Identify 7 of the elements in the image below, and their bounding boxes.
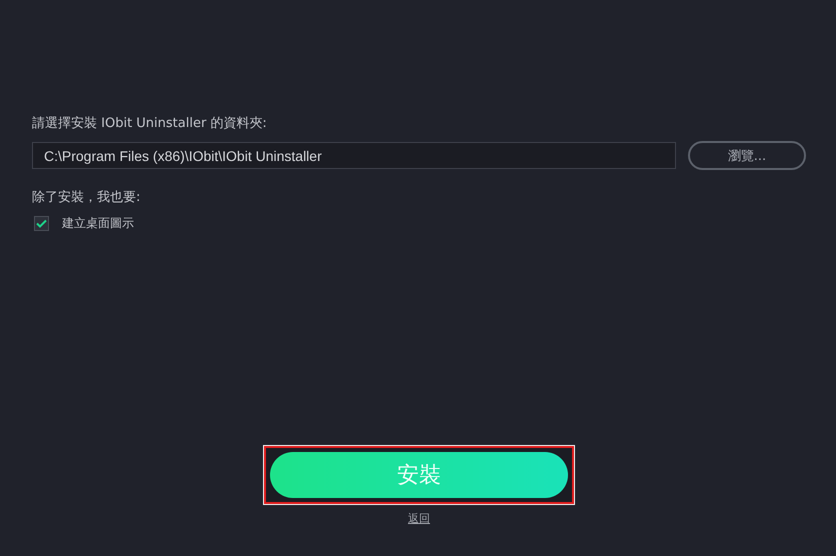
extras-label: 除了安裝，我也要:	[32, 189, 142, 207]
path-field[interactable]: C:\Program Files (x86)\IObit\IObit Uninstaller	[32, 142, 676, 169]
checkbox[interactable]	[34, 216, 49, 231]
browse-button[interactable]: 瀏覽...	[688, 141, 806, 170]
folder-label: 請選擇安裝 IObit Uninstaller 的資料夾:	[32, 115, 268, 133]
back-link[interactable]: 返回	[408, 511, 430, 526]
option-label: 建立桌面圖示	[62, 215, 134, 232]
